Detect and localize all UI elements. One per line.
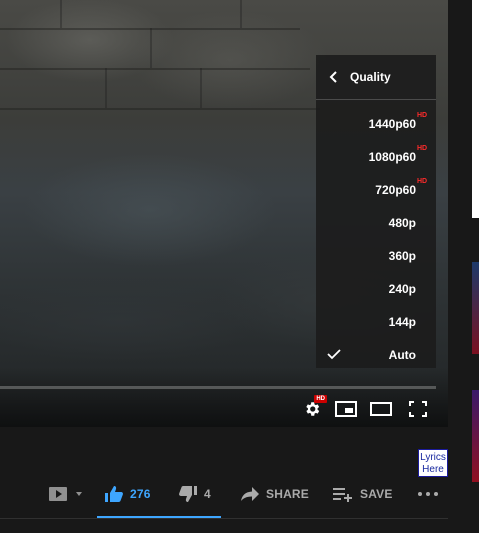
more-actions-button[interactable] (418, 480, 438, 508)
video-texture (200, 68, 202, 108)
settings-button[interactable]: HD (300, 395, 327, 420)
video-texture (0, 68, 310, 70)
sidebar-thumbnail[interactable] (472, 390, 479, 482)
thumbs-up-icon (105, 486, 123, 502)
dislike-button[interactable]: 4 (178, 480, 211, 508)
share-label: SHARE (266, 487, 310, 501)
quality-menu-title: Quality (350, 70, 391, 84)
quality-option-label: 720p60 HD (375, 177, 428, 197)
share-icon (241, 487, 259, 501)
progress-bar[interactable] (0, 386, 436, 389)
hd-badge: HD (314, 395, 327, 403)
hd-label: HD (417, 144, 428, 152)
thumbs-down-icon (179, 486, 197, 502)
save-label: SAVE (360, 487, 393, 501)
like-count: 276 (130, 487, 151, 501)
dropdown-arrow-icon (76, 492, 82, 496)
quality-menu-back[interactable]: Quality (316, 55, 436, 100)
quality-option-label: 144p (388, 314, 416, 329)
playlist-button[interactable] (48, 480, 82, 508)
quality-option-1080p60[interactable]: 1080p60 HD (316, 140, 436, 173)
quality-option-label: 1080p60 HD (368, 144, 428, 164)
checkmark-icon (327, 349, 341, 360)
theater-mode-icon (370, 402, 392, 416)
fullscreen-icon (409, 401, 427, 417)
more-horizontal-icon (418, 492, 438, 496)
quality-option-auto[interactable]: Auto (316, 338, 436, 371)
video-actions: 276 4 SHARE SAVE (0, 480, 448, 510)
quality-option-label: 480p (388, 215, 416, 230)
video-texture (60, 0, 62, 28)
dislike-count: 4 (204, 487, 211, 501)
hd-label: HD (417, 111, 428, 119)
divider (0, 518, 448, 519)
quality-option-1440p60[interactable]: 1440p60 HD (316, 107, 436, 140)
share-button[interactable]: SHARE (240, 480, 309, 508)
sidebar-gap (448, 0, 472, 218)
quality-menu: Quality 1440p60 HD 1080p60 HD 720p60 HD 480… (316, 55, 436, 368)
quality-option-label: Auto (388, 347, 416, 362)
chevron-left-icon (329, 71, 337, 83)
lyrics-overlay[interactable]: Lyrics Here (418, 449, 448, 477)
quality-option-label: 360p (388, 248, 416, 263)
miniplayer-icon (335, 401, 357, 417)
miniplayer-button[interactable] (334, 398, 358, 420)
quality-option-360p[interactable]: 360p (316, 239, 436, 272)
playlist-add-icon (333, 488, 352, 502)
quality-option-label: 240p (388, 281, 416, 296)
like-button[interactable]: 276 (104, 480, 151, 508)
lyrics-line: Here (422, 464, 444, 475)
fullscreen-button[interactable] (406, 398, 430, 420)
playlist-play-icon (49, 487, 67, 501)
hd-label: HD (417, 177, 428, 185)
lyrics-line: Lyrics (420, 452, 446, 463)
save-button[interactable]: SAVE (332, 480, 393, 508)
quality-option-480p[interactable]: 480p (316, 206, 436, 239)
sidebar-thumbnail[interactable] (472, 262, 479, 354)
video-texture (0, 108, 320, 110)
video-texture (150, 28, 152, 68)
theater-mode-button[interactable] (369, 398, 393, 420)
quality-option-label: 1440p60 HD (368, 111, 428, 131)
related-sidebar (448, 0, 479, 533)
video-texture (105, 68, 107, 108)
quality-option-720p60[interactable]: 720p60 HD (316, 173, 436, 206)
video-texture (240, 0, 242, 28)
sidebar-card (472, 0, 479, 218)
quality-option-240p[interactable]: 240p (316, 272, 436, 305)
quality-option-144p[interactable]: 144p (316, 305, 436, 338)
